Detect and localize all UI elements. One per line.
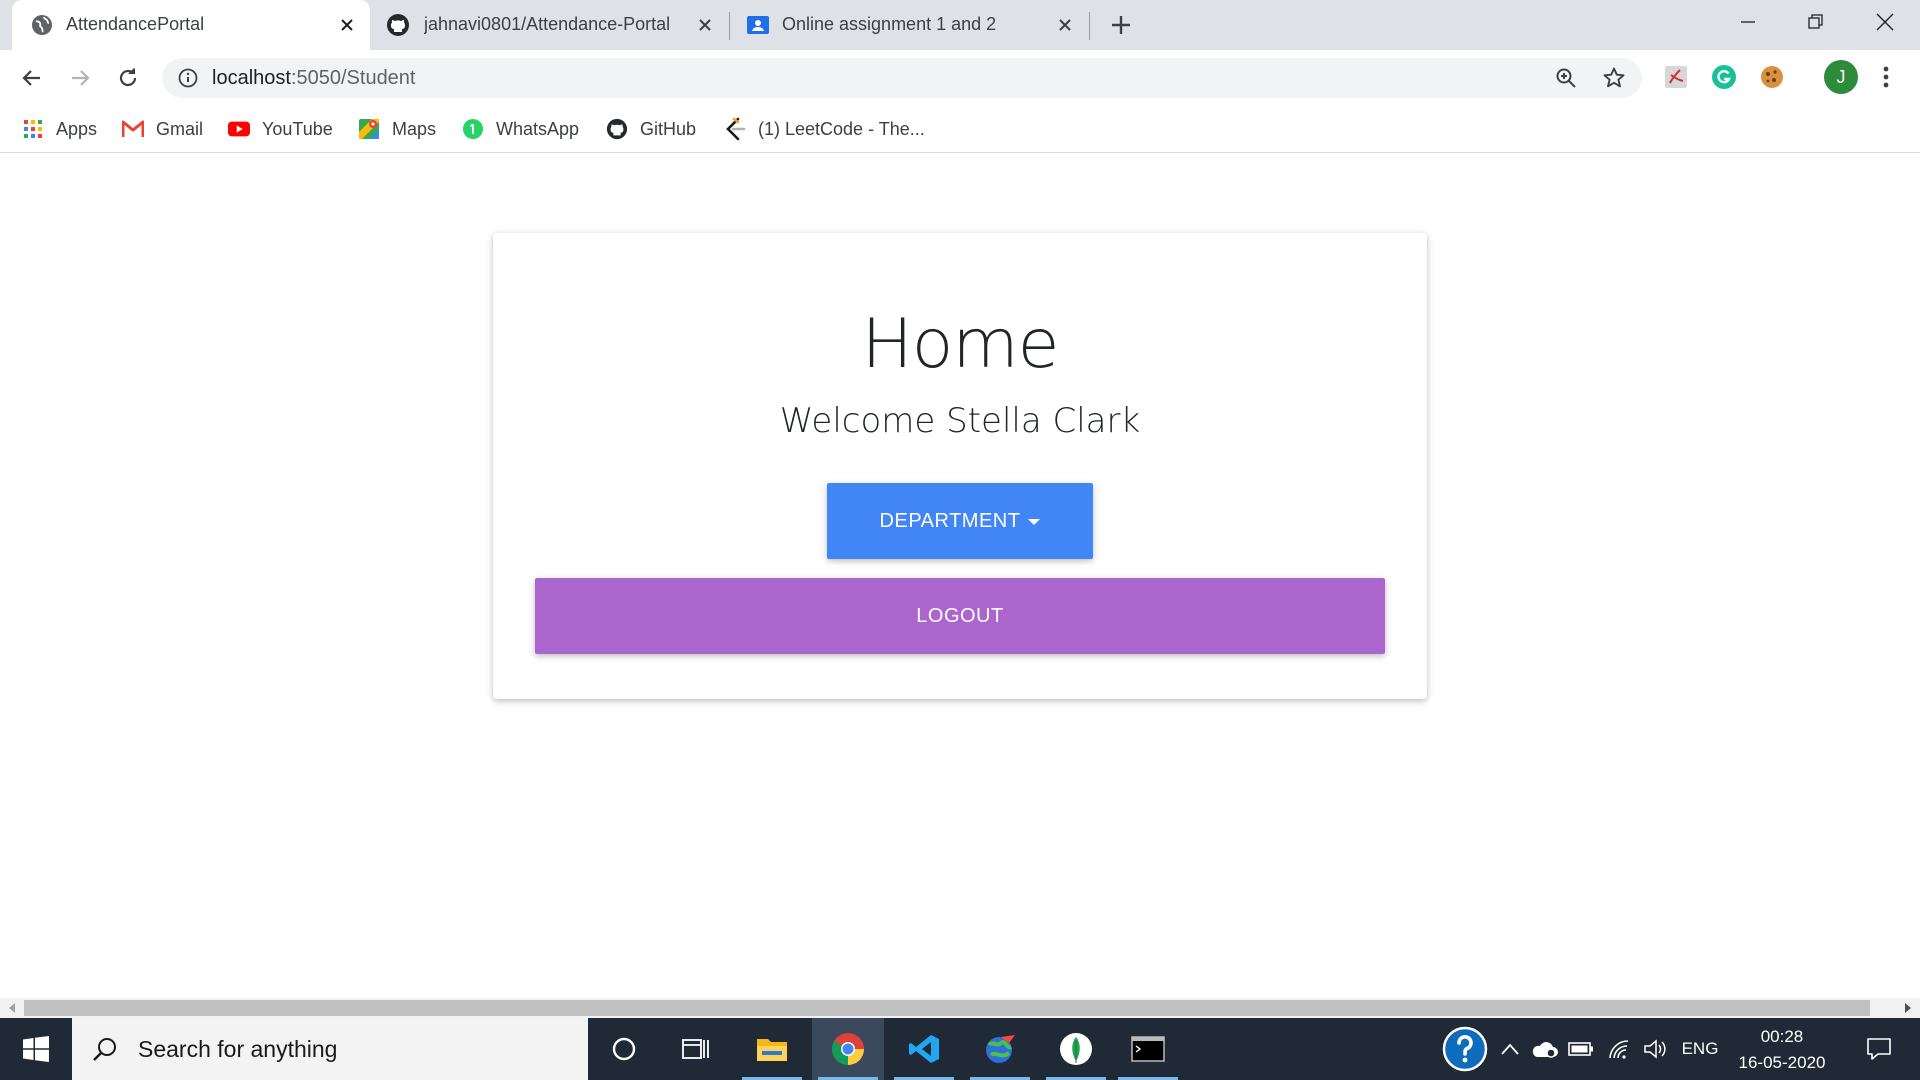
bookmark-apps[interactable]: Apps xyxy=(22,116,97,142)
system-clock[interactable]: 00:28 16-05-2020 xyxy=(1730,1024,1834,1076)
forward-arrow-icon[interactable] xyxy=(64,62,96,94)
pdf-extension-icon[interactable] xyxy=(1662,63,1690,91)
department-dropdown-button[interactable]: DEPARTMENT xyxy=(827,483,1093,559)
help-icon[interactable] xyxy=(1440,1018,1490,1080)
tab-title: jahnavi0801/Attendance-Portal xyxy=(424,14,671,34)
battery-icon[interactable] xyxy=(1566,1018,1596,1080)
bookmark-label: YouTube xyxy=(262,118,333,139)
reload-icon[interactable] xyxy=(112,62,144,94)
scroll-left-arrow-icon[interactable] xyxy=(2,998,22,1018)
bookmark-star-icon[interactable] xyxy=(1602,66,1626,90)
chrome-taskbar-icon[interactable] xyxy=(812,1018,884,1080)
file-explorer-icon[interactable] xyxy=(736,1018,808,1080)
close-window-icon[interactable] xyxy=(1862,6,1908,38)
globe-icon xyxy=(32,15,52,35)
restore-icon[interactable] xyxy=(1793,6,1839,38)
language-indicator[interactable]: ENG xyxy=(1678,1018,1722,1080)
show-hidden-chevron-up-icon[interactable] xyxy=(1496,1018,1524,1080)
tab-title: AttendancePortal xyxy=(66,14,205,34)
github-icon xyxy=(606,118,628,140)
windows-taskbar: Search for anything ENG 00:28 16-05-2020 xyxy=(0,1018,1920,1080)
clock-date: 16-05-2020 xyxy=(1738,1053,1826,1072)
menu-kebab-icon[interactable] xyxy=(1872,63,1900,91)
url-path: :5050/Student xyxy=(290,67,416,89)
bookmark-whatsapp[interactable]: WhatsApp xyxy=(462,116,579,142)
address-bar[interactable]: localhost:5050/Student xyxy=(162,58,1642,98)
search-placeholder: Search for anything xyxy=(138,1035,338,1062)
volume-icon[interactable] xyxy=(1640,1018,1670,1080)
globe-app-icon[interactable] xyxy=(964,1018,1036,1080)
wifi-icon[interactable] xyxy=(1604,1018,1634,1080)
cookie-extension-icon[interactable] xyxy=(1758,63,1786,91)
bookmark-label: Maps xyxy=(392,118,437,139)
new-tab-plus-icon[interactable] xyxy=(1106,10,1136,40)
bookmark-label: (1) LeetCode - The... xyxy=(758,118,925,139)
classroom-icon xyxy=(747,16,769,34)
grammarly-icon[interactable] xyxy=(1710,63,1738,91)
maps-icon xyxy=(358,118,380,140)
bookmark-leetcode[interactable]: (1) LeetCode - The... xyxy=(724,116,925,142)
search-icon xyxy=(90,1034,120,1064)
mongodb-icon[interactable] xyxy=(1040,1018,1112,1080)
profile-avatar[interactable]: J xyxy=(1824,60,1858,94)
logout-button[interactable]: LOGOUT xyxy=(535,578,1385,654)
browser-toolbar: localhost:5050/Student J xyxy=(0,50,1920,106)
url-host: localhost xyxy=(212,67,291,89)
vscode-icon[interactable] xyxy=(888,1018,960,1080)
browser-tab-strip: AttendancePortal jahnavi0801/Attendance-… xyxy=(0,0,1920,50)
terminal-icon[interactable] xyxy=(1112,1018,1184,1080)
page-title: Home xyxy=(861,305,1060,384)
tab-close-icon[interactable] xyxy=(334,12,360,38)
welcome-message: Welcome Stella Clark xyxy=(779,401,1141,441)
bookmark-gmail[interactable]: Gmail xyxy=(122,116,203,142)
minimize-icon[interactable] xyxy=(1725,6,1771,38)
tab-close-icon[interactable] xyxy=(1052,12,1078,38)
zoom-icon[interactable] xyxy=(1554,66,1578,90)
bookmark-label: Apps xyxy=(56,118,98,139)
leetcode-icon xyxy=(724,117,746,141)
bookmark-label: Gmail xyxy=(156,118,204,139)
bookmark-github[interactable]: GitHub xyxy=(606,116,696,142)
task-view-icon[interactable] xyxy=(660,1018,732,1080)
page-viewport: Home Welcome Stella Clark DEPARTMENT LOG… xyxy=(0,153,1920,998)
tab-online-assignment[interactable]: Online assignment 1 and 2 xyxy=(730,0,1088,50)
tab-close-icon[interactable] xyxy=(692,12,718,38)
horizontal-scrollbar[interactable] xyxy=(0,998,1920,1018)
youtube-icon xyxy=(228,118,250,140)
logout-label: LOGOUT xyxy=(916,604,1004,627)
tab-title: Online assignment 1 and 2 xyxy=(782,14,997,34)
department-label: DEPARTMENT xyxy=(879,509,1021,532)
scrollbar-thumb[interactable] xyxy=(24,1000,1870,1016)
clock-time: 00:28 xyxy=(1760,1027,1804,1046)
whatsapp-icon xyxy=(462,118,484,140)
caret-down-icon xyxy=(1028,519,1041,525)
bookmark-label: WhatsApp xyxy=(496,118,580,139)
bookmarks-bar: Apps Gmail YouTube Maps WhatsApp GitHub xyxy=(0,106,1920,153)
back-arrow-icon[interactable] xyxy=(16,62,48,94)
scroll-right-arrow-icon[interactable] xyxy=(1898,998,1918,1018)
gmail-icon xyxy=(122,118,144,140)
notifications-icon[interactable] xyxy=(1854,1018,1904,1080)
windows-start-icon[interactable] xyxy=(0,1018,72,1080)
url-text[interactable]: localhost:5050/Student xyxy=(212,67,416,90)
taskbar-search-box[interactable]: Search for anything xyxy=(72,1018,588,1080)
onedrive-cloud-icon[interactable] xyxy=(1530,1018,1560,1080)
bookmark-label: GitHub xyxy=(640,118,697,139)
tab-github-repo[interactable]: jahnavi0801/Attendance-Portal xyxy=(370,0,728,50)
tab-attendance-portal[interactable]: AttendancePortal xyxy=(12,0,370,50)
cortana-icon[interactable] xyxy=(588,1018,660,1080)
home-card: Home Welcome Stella Clark DEPARTMENT LOG… xyxy=(493,233,1427,699)
bookmark-maps[interactable]: Maps xyxy=(358,116,436,142)
tab-separator xyxy=(1089,12,1090,40)
github-icon xyxy=(387,14,409,36)
info-icon[interactable] xyxy=(178,68,198,88)
bookmark-youtube[interactable]: YouTube xyxy=(228,116,333,142)
apps-grid-icon xyxy=(22,118,44,140)
